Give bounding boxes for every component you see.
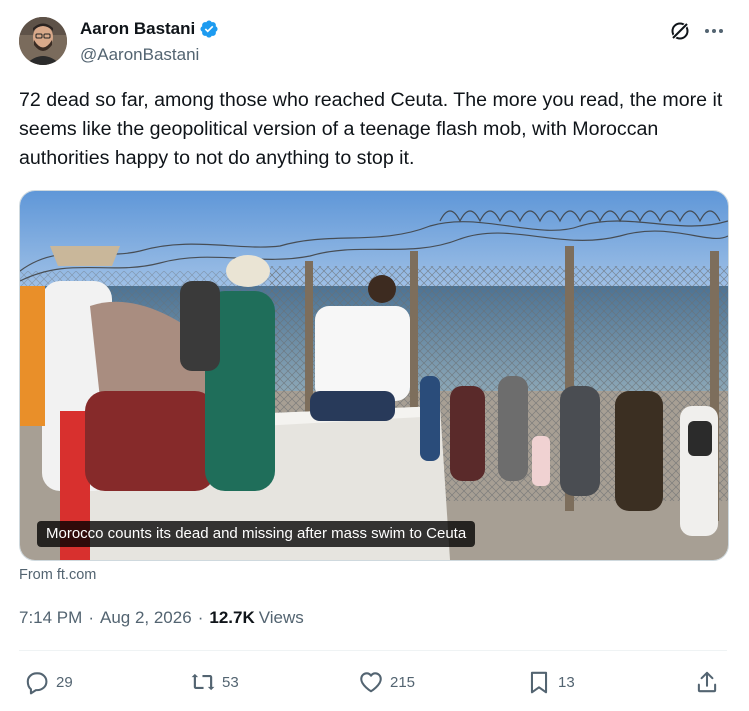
bookmark-icon: [530, 671, 548, 694]
like-count: 215: [390, 673, 416, 691]
retweet-button[interactable]: 53: [190, 668, 239, 696]
news-photo: [20, 191, 728, 560]
tweet-time[interactable]: 7:14 PM: [19, 608, 82, 628]
meta-separator: ·: [88, 608, 94, 627]
author-name-row: Aaron Bastani: [80, 19, 219, 39]
media-caption: Morocco counts its dead and missing afte…: [37, 521, 476, 547]
tweet-card: Aaron Bastani @AaronBastani 72 dead so f…: [0, 0, 749, 711]
views-label: Views: [258, 608, 304, 627]
grok-icon[interactable]: [669, 20, 691, 42]
divider: [19, 650, 727, 651]
bookmark-button[interactable]: 13: [526, 668, 575, 696]
tweet-meta: 7:14 PM · Aug 2, 2026 · 12.7K Views: [19, 608, 304, 628]
tweet-text: 72 dead so far, among those who reached …: [19, 89, 723, 169]
link-source[interactable]: From ft.com: [19, 567, 96, 583]
reply-button[interactable]: 29: [24, 668, 73, 696]
avatar[interactable]: [19, 17, 67, 65]
retweet-icon: [191, 673, 215, 691]
retweet-count: 53: [222, 673, 239, 691]
meta-separator: ·: [197, 608, 204, 627]
share-icon: [697, 671, 717, 693]
reply-count: 29: [56, 673, 73, 691]
like-button[interactable]: 215: [358, 668, 415, 696]
more-options-icon[interactable]: [702, 20, 726, 42]
author-handle[interactable]: @AaronBastani: [80, 45, 199, 65]
tweet-date[interactable]: Aug 2, 2026: [100, 608, 192, 628]
verified-badge-icon: [199, 19, 219, 39]
reply-icon: [26, 672, 48, 695]
bookmark-count: 13: [558, 673, 575, 691]
views-count: 12.7K: [209, 608, 255, 627]
heart-icon: [360, 672, 382, 693]
share-button[interactable]: [694, 668, 720, 696]
media-card[interactable]: Morocco counts its dead and missing afte…: [19, 190, 729, 561]
avatar-photo: [19, 17, 67, 65]
author-display-name[interactable]: Aaron Bastani: [80, 19, 195, 39]
